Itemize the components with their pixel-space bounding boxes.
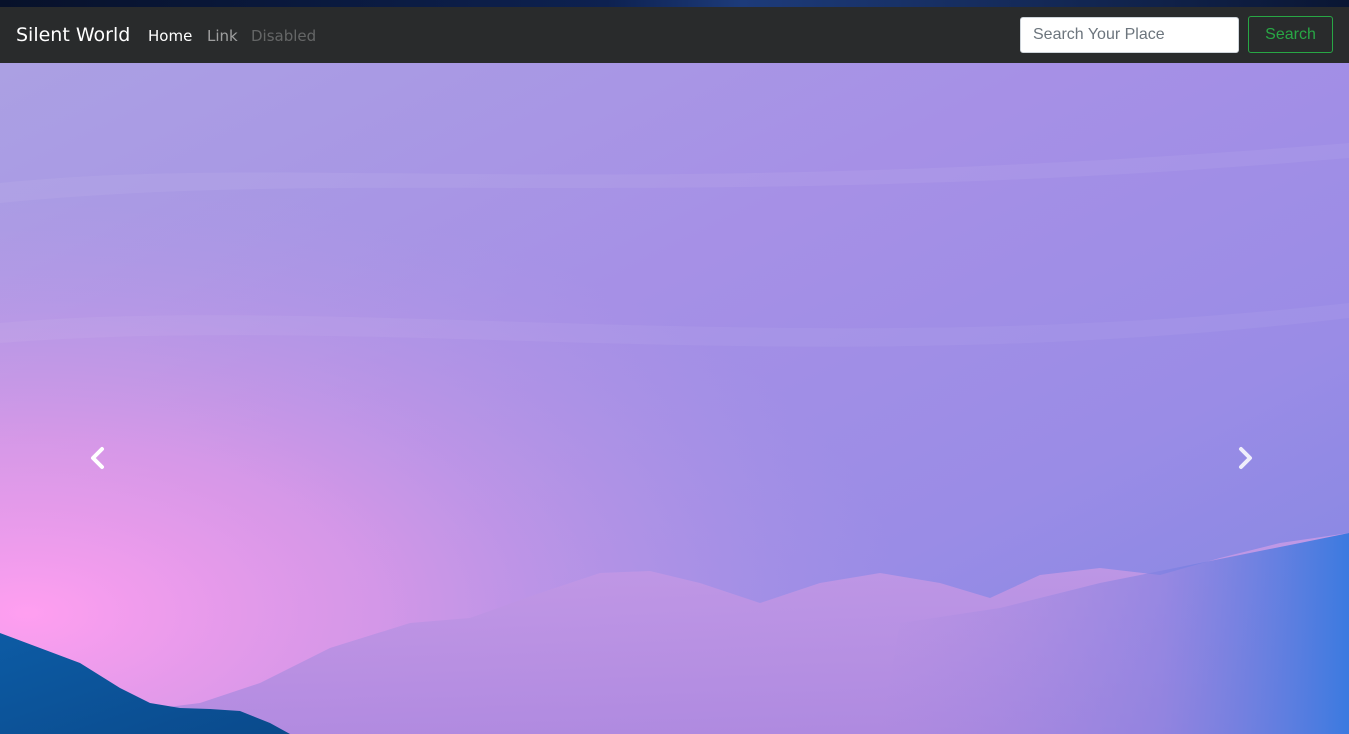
carousel-next-control[interactable] (1215, 433, 1275, 483)
carousel-prev-control[interactable] (68, 433, 128, 483)
nav-link-home[interactable]: Home (148, 26, 192, 46)
navbar: Silent World Home Link Disabled Search (0, 7, 1349, 63)
nav-link-disabled: Disabled (251, 27, 317, 45)
top-strip (0, 0, 1349, 7)
carousel (0, 63, 1349, 734)
nav-link-link[interactable]: Link (207, 26, 238, 46)
search-input[interactable] (1020, 17, 1239, 53)
chevron-right-icon (1239, 447, 1252, 469)
search-button[interactable]: Search (1248, 16, 1333, 53)
brand-logo-text[interactable]: Silent World (16, 22, 130, 48)
carousel-slide-image (0, 63, 1349, 734)
chevron-left-icon (91, 447, 104, 469)
